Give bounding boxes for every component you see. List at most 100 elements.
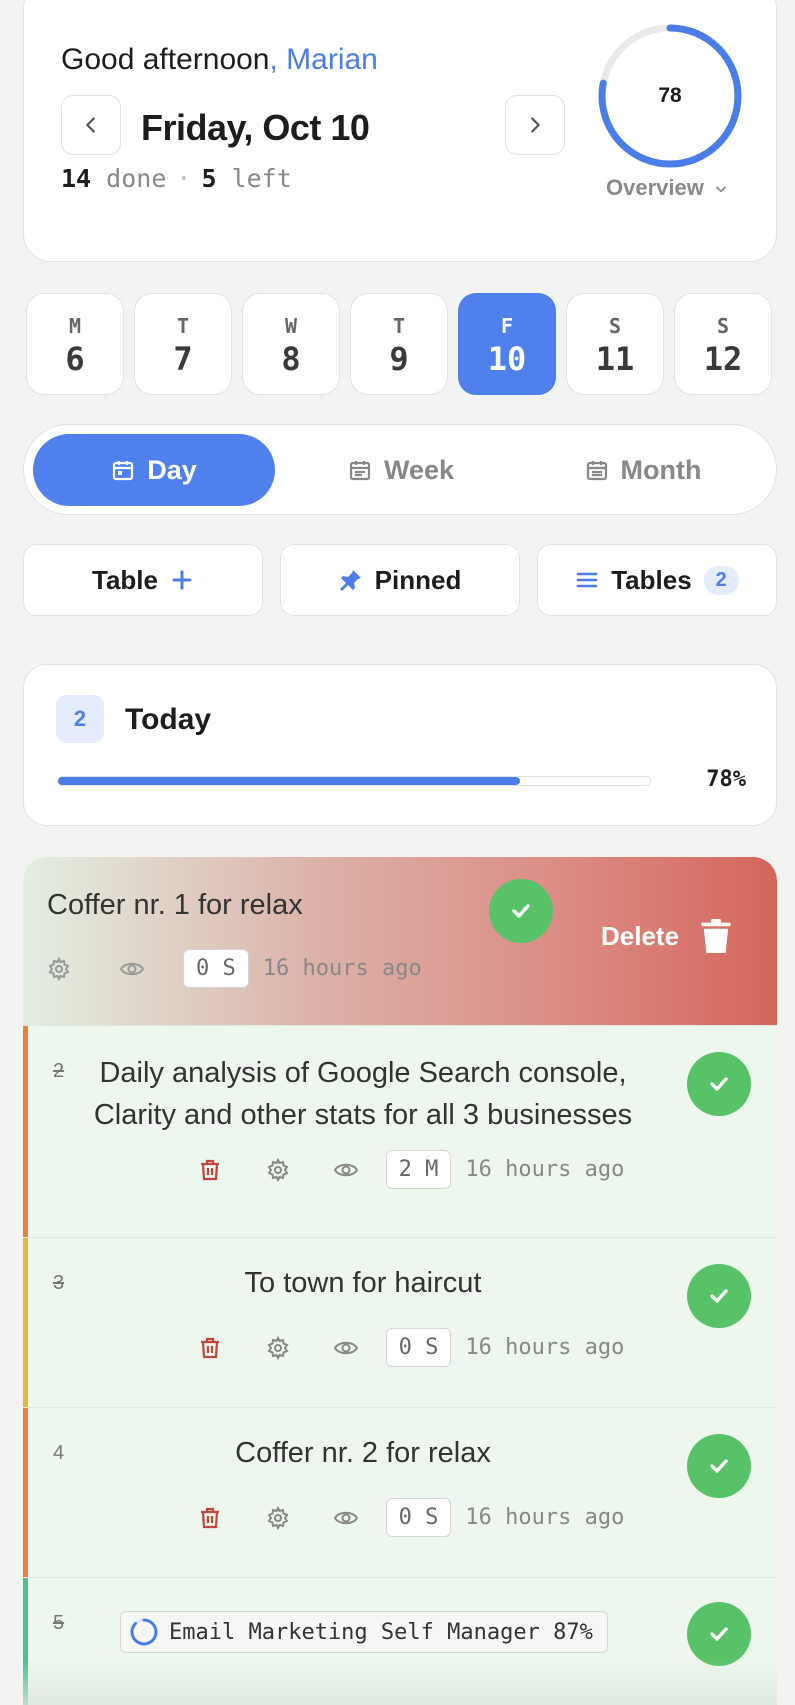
linked-project-chip[interactable]: Email Marketing Self Manager 87% bbox=[120, 1611, 608, 1653]
today-progress-fill bbox=[58, 777, 520, 785]
delete-label: Delete bbox=[601, 920, 680, 951]
task-stats: 14 done · 5 left bbox=[61, 164, 292, 193]
today-progress-bar bbox=[57, 776, 651, 786]
day-number: 6 bbox=[65, 340, 85, 378]
time-ago: 16 hours ago bbox=[465, 1157, 625, 1182]
eye-icon[interactable] bbox=[87, 957, 177, 981]
task-title: Coffer nr. 1 for relax bbox=[47, 889, 303, 921]
eye-icon[interactable] bbox=[312, 1158, 380, 1182]
today-card[interactable]: 2 Today 78% bbox=[23, 664, 777, 826]
scroll-fade bbox=[23, 1660, 777, 1705]
today-title: Today bbox=[125, 703, 212, 736]
settings-icon[interactable] bbox=[47, 956, 87, 981]
task-title: Coffer nr. 2 for relax bbox=[235, 1437, 491, 1469]
day-letter: F bbox=[500, 314, 514, 338]
plus-icon bbox=[172, 570, 192, 590]
task-meta: 0 S 16 hours ago bbox=[47, 949, 422, 988]
checkmark-icon bbox=[710, 1459, 728, 1473]
score-value: 78 bbox=[658, 84, 682, 107]
delete-button[interactable]: Delete bbox=[601, 919, 731, 953]
checkmark-icon bbox=[710, 1289, 728, 1303]
task-index: 2 bbox=[53, 1060, 65, 1082]
day-9[interactable]: T9 bbox=[350, 293, 448, 395]
day-number: 7 bbox=[173, 340, 193, 378]
header-card: Good afternoon, Marian Friday, Oct 10 14… bbox=[23, 0, 777, 262]
add-table-button[interactable]: Table bbox=[23, 544, 263, 616]
eye-icon[interactable] bbox=[312, 1336, 380, 1360]
chevron-down-icon bbox=[716, 186, 726, 193]
list-icon bbox=[576, 572, 598, 588]
complete-button[interactable] bbox=[687, 1264, 751, 1328]
chevron-right-icon bbox=[531, 117, 540, 133]
pinned-button[interactable]: Pinned bbox=[280, 544, 520, 616]
calendar-icon bbox=[349, 461, 371, 481]
day-10[interactable]: F 10 bbox=[458, 293, 556, 395]
task-list: Coffer nr. 1 for relax 0 S 16 hours ago … bbox=[23, 857, 777, 1705]
current-date: Friday, Oct 10 bbox=[141, 107, 370, 148]
day-letter: W bbox=[284, 314, 298, 338]
time-ago: 16 hours ago bbox=[465, 1505, 625, 1530]
tab-day[interactable]: Day bbox=[33, 434, 275, 506]
day-11[interactable]: S 11 bbox=[566, 293, 664, 395]
task-row[interactable]: 2 Daily analysis of Google Search consol… bbox=[23, 1025, 777, 1237]
task-row-swiped[interactable]: Coffer nr. 1 for relax 0 S 16 hours ago … bbox=[23, 857, 777, 1025]
eye-icon[interactable] bbox=[312, 1506, 380, 1530]
left-count: 5 bbox=[201, 164, 217, 193]
tab-week-label: Week bbox=[383, 454, 455, 485]
prev-day-button[interactable] bbox=[61, 95, 121, 155]
complete-button[interactable] bbox=[687, 1052, 751, 1116]
tables-count-badge: 2 bbox=[703, 565, 739, 595]
tables-button[interactable]: Tables 2 bbox=[537, 544, 777, 616]
day-number: 11 bbox=[595, 340, 635, 378]
done-count: 14 bbox=[61, 164, 92, 193]
done-label: done bbox=[106, 164, 167, 193]
progress-ring-icon bbox=[130, 1618, 158, 1646]
greeting-text: Good afternoon bbox=[61, 43, 270, 76]
day-12[interactable]: S 12 bbox=[674, 293, 772, 395]
trash-icon[interactable] bbox=[176, 1506, 244, 1530]
day-6[interactable]: M6 bbox=[26, 293, 124, 395]
today-count-badge: 2 bbox=[56, 695, 104, 743]
duration-badge: 0 S bbox=[183, 949, 249, 988]
tab-month-label: Month bbox=[620, 454, 702, 485]
settings-icon[interactable] bbox=[244, 1157, 312, 1182]
tab-month[interactable]: Month bbox=[522, 434, 764, 506]
trash-icon bbox=[701, 919, 731, 953]
day-number: 9 bbox=[389, 340, 409, 378]
view-switcher: Day Week Month bbox=[23, 424, 777, 515]
calendar-icon bbox=[586, 461, 607, 481]
task-index: 3 bbox=[53, 1272, 65, 1294]
pinned-label: Pinned bbox=[374, 564, 462, 595]
day-number: 10 bbox=[487, 340, 527, 378]
trash-icon[interactable] bbox=[176, 1336, 244, 1360]
next-day-button[interactable] bbox=[505, 95, 565, 155]
task-row[interactable]: 4 Coffer nr. 2 for relax 0 S 16 hours ag… bbox=[23, 1407, 777, 1577]
priority-stripe bbox=[23, 1408, 28, 1577]
duration-badge: 0 S bbox=[385, 1498, 452, 1537]
day-letter: S bbox=[608, 314, 622, 338]
greeting: Good afternoon, Marian bbox=[61, 43, 378, 77]
tab-week[interactable]: Week bbox=[280, 434, 522, 506]
day-letter: S bbox=[716, 314, 730, 338]
task-row[interactable]: 3 To town for haircut 0 S 16 hours ago bbox=[23, 1237, 777, 1407]
task-meta: 2 M 16 hours ago bbox=[23, 1150, 777, 1189]
overview-label: Overview bbox=[606, 175, 704, 200]
trash-icon[interactable] bbox=[176, 1158, 244, 1182]
complete-button[interactable] bbox=[489, 879, 553, 943]
checkmark-icon bbox=[512, 904, 530, 918]
checkmark-icon bbox=[710, 1627, 728, 1641]
task-index: 4 bbox=[53, 1442, 65, 1464]
complete-button[interactable] bbox=[687, 1434, 751, 1498]
duration-badge: 0 S bbox=[385, 1328, 452, 1367]
overview-dropdown[interactable]: Overview bbox=[606, 175, 728, 201]
day-letter: M bbox=[68, 314, 82, 338]
today-progress-label: 78% bbox=[706, 767, 746, 792]
duration-badge: 2 M bbox=[385, 1150, 452, 1189]
day-7[interactable]: T7 bbox=[134, 293, 232, 395]
day-8[interactable]: W8 bbox=[242, 293, 340, 395]
settings-icon[interactable] bbox=[244, 1335, 312, 1360]
user-name: , Marian bbox=[269, 43, 378, 76]
day-number: 8 bbox=[281, 340, 301, 378]
complete-button[interactable] bbox=[687, 1602, 751, 1666]
settings-icon[interactable] bbox=[244, 1505, 312, 1530]
